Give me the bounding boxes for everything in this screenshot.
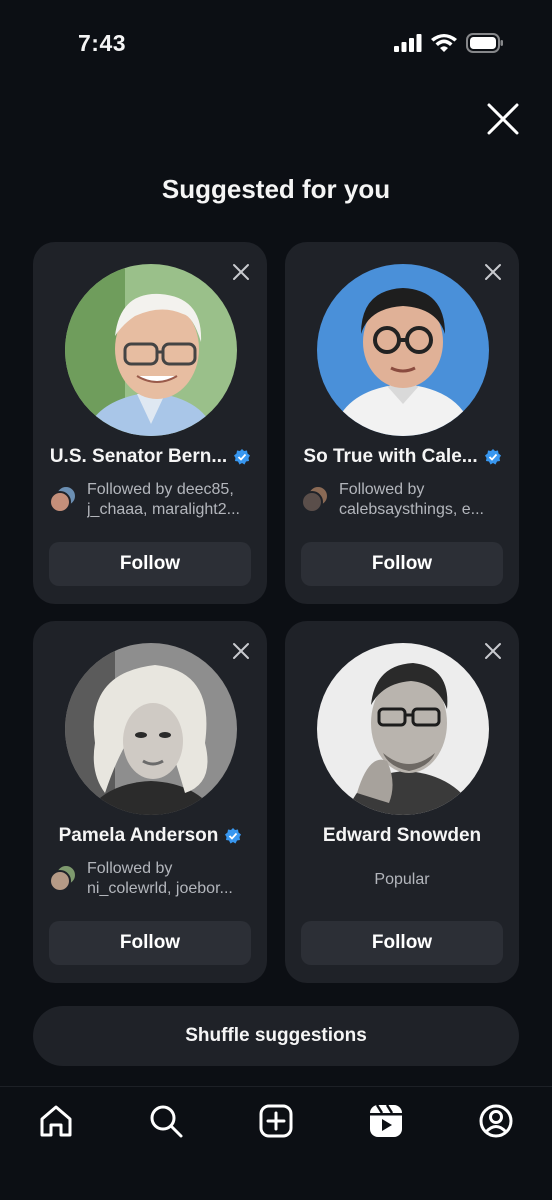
wifi-icon	[431, 33, 457, 52]
suggestion-card: U.S. Senator Bern... Followed by deec85,…	[33, 242, 267, 604]
follow-button[interactable]: Follow	[301, 921, 503, 965]
verified-badge-icon	[225, 828, 242, 844]
status-time: 7:43	[78, 30, 127, 56]
card-name-row: U.S. Senator Bern...	[33, 446, 267, 468]
profile-icon[interactable]	[478, 1103, 514, 1139]
avatar[interactable]	[65, 643, 237, 815]
avatar[interactable]	[317, 264, 489, 436]
close-icon[interactable]	[484, 100, 522, 138]
dismiss-icon[interactable]	[483, 641, 503, 661]
follow-button[interactable]: Follow	[49, 542, 251, 586]
dismiss-icon[interactable]	[231, 641, 251, 661]
card-name-row: So True with Cale...	[285, 446, 519, 468]
card-subtitle: Popular	[374, 871, 430, 888]
card-name[interactable]: So True with Cale...	[303, 446, 477, 468]
card-name[interactable]: U.S. Senator Bern...	[50, 446, 227, 468]
reels-icon[interactable]	[368, 1103, 404, 1139]
mutual-avatars	[49, 485, 79, 515]
followed-by-line2: j_chaaa, maralight2...	[87, 501, 240, 518]
followed-by: Followed by ni_colewrld, joebor...	[49, 859, 259, 899]
mutual-avatars	[49, 864, 79, 894]
followed-by-line2: calebsaysthings, e...	[339, 501, 484, 518]
bottom-tab-bar	[0, 1086, 552, 1200]
followed-by-line2: ni_colewrld, joebor...	[87, 880, 233, 897]
avatar[interactable]	[317, 643, 489, 815]
suggestion-card: Pamela Anderson Followed by ni_colewrld,…	[33, 621, 267, 983]
follow-button[interactable]: Follow	[301, 542, 503, 586]
followed-by: Followed by deec85, j_chaaa, maralight2.…	[49, 480, 259, 520]
battery-icon	[466, 33, 503, 53]
dismiss-icon[interactable]	[483, 262, 503, 282]
search-icon[interactable]	[148, 1103, 184, 1139]
card-name[interactable]: Edward Snowden	[323, 825, 481, 847]
card-name-row: Edward Snowden	[285, 825, 519, 847]
dismiss-icon[interactable]	[231, 262, 251, 282]
followed-by-line1: Followed by deec85,	[87, 481, 234, 498]
home-icon[interactable]	[38, 1103, 74, 1139]
card-name-row: Pamela Anderson	[33, 825, 267, 847]
shuffle-suggestions-button[interactable]: Shuffle suggestions	[33, 1006, 519, 1066]
status-icons	[394, 33, 504, 53]
follow-button[interactable]: Follow	[49, 921, 251, 965]
verified-badge-icon	[234, 449, 251, 465]
suggestion-card: Edward Snowden Popular Follow	[285, 621, 519, 983]
followed-by-line1: Followed by	[339, 481, 425, 498]
mutual-avatars	[301, 485, 331, 515]
status-bar: 7:43	[0, 0, 552, 90]
signal-icon	[394, 34, 422, 52]
avatar[interactable]	[65, 264, 237, 436]
suggestion-card: So True with Cale... Followed by calebsa…	[285, 242, 519, 604]
followed-by: Followed by calebsaysthings, e...	[301, 480, 511, 520]
card-name[interactable]: Pamela Anderson	[59, 825, 219, 847]
verified-badge-icon	[484, 449, 501, 465]
page-title: Suggested for you	[161, 174, 391, 204]
create-icon[interactable]	[258, 1103, 294, 1139]
followed-by-line1: Followed by	[87, 860, 173, 877]
